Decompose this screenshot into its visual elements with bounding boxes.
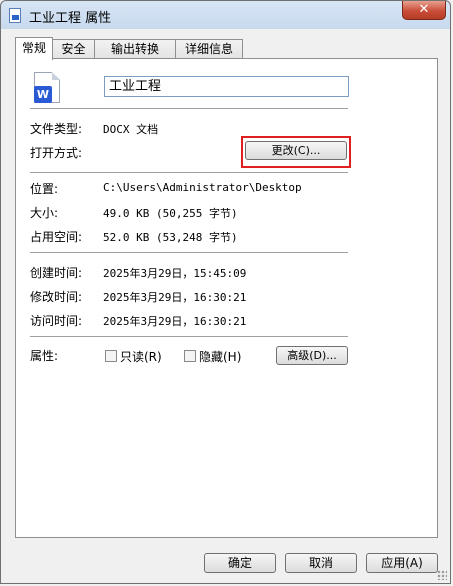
location-value: C:\Users\Administrator\Desktop — [103, 181, 302, 194]
separator — [30, 336, 348, 337]
change-button[interactable]: 更改(C)... — [245, 141, 347, 160]
open-with-label: 打开方式: — [30, 146, 83, 160]
tab-output-conversion[interactable]: 输出转换 — [94, 39, 176, 59]
cancel-button[interactable]: 取消 — [285, 553, 357, 573]
separator — [30, 108, 348, 109]
advanced-button[interactable]: 高级(D)... — [276, 346, 348, 365]
attributes-label: 属性: — [30, 349, 59, 363]
resize-grip-icon[interactable] — [437, 570, 447, 580]
file-name-input[interactable]: 工业工程 — [104, 76, 349, 97]
window-title: 工业工程 属性 — [29, 11, 112, 26]
size-on-disk-label: 占用空间: — [30, 230, 83, 244]
created-value: 2025年3月29日，15:45:09 — [103, 267, 247, 280]
file-type-value: DOCX 文档 — [103, 123, 159, 136]
general-panel: W 工业工程 文件类型: DOCX 文档 打开方式: 更改(C)... 位置: … — [15, 58, 438, 538]
created-label: 创建时间: — [30, 266, 83, 280]
location-label: 位置: — [30, 182, 59, 196]
separator — [30, 252, 348, 253]
apply-button[interactable]: 应用(A) — [366, 553, 438, 573]
size-on-disk-value: 52.0 KB (53,248 字节) — [103, 231, 238, 244]
properties-window: 工业工程 属性 ✕ 常规 安全 输出转换 详细信息 W 工业工程 文件类型: D… — [0, 0, 451, 584]
word-badge: W — [34, 86, 52, 103]
file-type-label: 文件类型: — [30, 122, 83, 136]
tab-security[interactable]: 安全 — [52, 39, 95, 59]
hidden-checkbox[interactable] — [184, 350, 196, 362]
document-icon — [9, 8, 21, 23]
readonly-label[interactable]: 只读(R) — [120, 348, 162, 365]
accessed-label: 访问时间: — [30, 314, 83, 328]
separator — [30, 172, 348, 173]
accessed-value: 2025年3月29日，16:30:21 — [103, 315, 247, 328]
modified-label: 修改时间: — [30, 290, 83, 304]
close-button[interactable]: ✕ — [402, 1, 446, 20]
modified-value: 2025年3月29日，16:30:21 — [103, 291, 247, 304]
readonly-checkbox[interactable] — [105, 350, 117, 362]
title-bar[interactable]: 工业工程 属性 ✕ — [1, 1, 452, 29]
hidden-label[interactable]: 隐藏(H) — [199, 348, 241, 365]
tab-details[interactable]: 详细信息 — [175, 39, 243, 59]
tab-general[interactable]: 常规 — [15, 37, 53, 60]
ok-button[interactable]: 确定 — [204, 553, 276, 573]
size-label: 大小: — [30, 206, 59, 220]
word-document-icon: W — [34, 72, 60, 103]
size-value: 49.0 KB (50,255 字节) — [103, 207, 238, 220]
